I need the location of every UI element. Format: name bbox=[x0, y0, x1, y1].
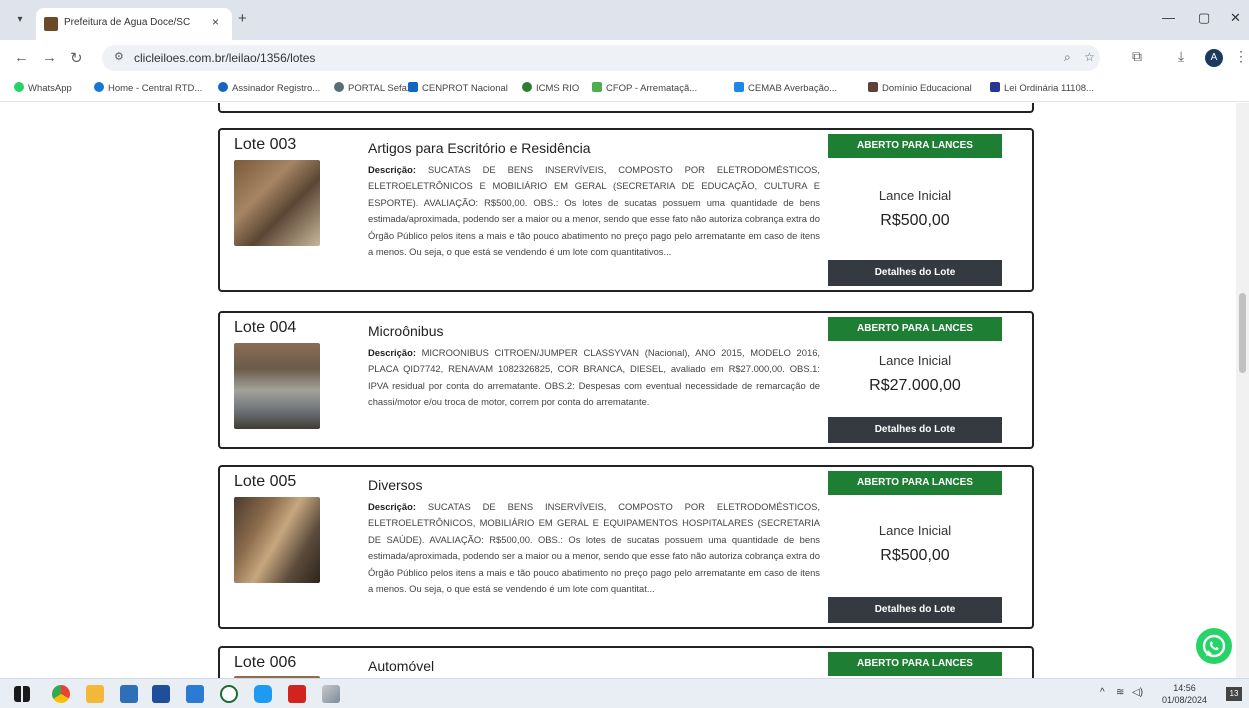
network-icon[interactable]: ≋ bbox=[1116, 687, 1124, 698]
lot-details-button[interactable]: Detalhes do Lote bbox=[828, 597, 1002, 623]
lot-title[interactable]: Diversos bbox=[368, 477, 422, 493]
lot-photo[interactable] bbox=[234, 343, 320, 429]
bookmark-portal-sefaz[interactable]: PORTAL Sefaz bbox=[334, 82, 412, 94]
lei-icon bbox=[990, 82, 1000, 92]
maximize-icon[interactable]: ▢ bbox=[1198, 10, 1210, 26]
close-tab-icon[interactable]: × bbox=[212, 15, 219, 29]
lot-number: Lote 003 bbox=[234, 136, 297, 153]
bookmark-cemab[interactable]: CEMAB Averbação... bbox=[734, 82, 837, 94]
scrollbar-thumb[interactable] bbox=[1239, 293, 1246, 373]
page-scrollbar[interactable] bbox=[1236, 103, 1249, 678]
browser-tab[interactable]: Prefeitura de Água Doce/SC × bbox=[36, 8, 232, 40]
dominio-icon bbox=[868, 82, 878, 92]
tab-search-icon[interactable]: ▾ bbox=[12, 12, 28, 28]
cfop-icon bbox=[592, 82, 602, 92]
download-icon[interactable]: ⤓ bbox=[1178, 48, 1184, 65]
whatsapp-taskbar-icon[interactable] bbox=[220, 685, 238, 703]
cemab-icon bbox=[734, 82, 744, 92]
tab-title: Prefeitura de Água Doce/SC bbox=[64, 17, 191, 28]
zoom-icon[interactable]: ⌕ bbox=[1064, 50, 1071, 65]
windows-start-icon[interactable] bbox=[14, 686, 30, 702]
bookmark-cenprot[interactable]: CENPROT Nacional bbox=[408, 82, 508, 94]
word-icon[interactable] bbox=[152, 685, 170, 703]
lot-title[interactable]: Microônibus bbox=[368, 323, 443, 339]
acrobat-icon[interactable] bbox=[288, 685, 306, 703]
central-rtd-icon bbox=[94, 82, 104, 92]
browser-toolbar: ← → ↻ ⚙ clicleiloes.com.br/leilao/1356/l… bbox=[0, 40, 1249, 76]
page-content: Lote 003 Artigos para Escritório e Resid… bbox=[0, 103, 1236, 678]
lot-card: Lote 004 Microônibus Descrição: MICROONI… bbox=[218, 311, 1034, 449]
bookmark-assinador[interactable]: Assinador Registro... bbox=[218, 82, 320, 94]
tray-chevron-icon[interactable]: ^ bbox=[1100, 687, 1105, 698]
minimize-icon[interactable]: — bbox=[1162, 10, 1175, 25]
site-info-icon[interactable]: ⚙ bbox=[114, 50, 124, 63]
lot-number: Lote 006 bbox=[234, 654, 297, 671]
lot-details-button[interactable]: Detalhes do Lote bbox=[828, 260, 1002, 286]
lot-details-button[interactable]: Detalhes do Lote bbox=[828, 417, 1002, 443]
lot-description: Descrição: MICROONIBUS CITROEN/JUMPER CL… bbox=[368, 347, 821, 408]
close-window-icon[interactable]: ✕ bbox=[1230, 10, 1241, 26]
browser-titlebar: ▾ Prefeitura de Água Doce/SC × + — ▢ ✕ bbox=[0, 0, 1249, 40]
lot-card: Lote 005 Diversos Descrição: SUCATAS DE … bbox=[218, 465, 1034, 629]
bookmark-central-rtd[interactable]: Home - Central RTD... bbox=[94, 82, 202, 94]
lance-inicial-value: R$27.000,00 bbox=[869, 377, 961, 394]
status-badge: ABERTO PARA LANCES bbox=[828, 471, 1002, 495]
bookmark-icms-rio[interactable]: ICMS RIO bbox=[522, 82, 579, 94]
globe-icon bbox=[334, 82, 344, 92]
address-bar[interactable]: ⚙ clicleiloes.com.br/leilao/1356/lotes ⌕… bbox=[102, 45, 1100, 71]
lot-title[interactable]: Automóvel bbox=[368, 658, 434, 674]
volume-icon[interactable]: ◁) bbox=[1132, 687, 1143, 698]
assinador-icon bbox=[218, 82, 228, 92]
previous-lot-card-edge bbox=[218, 103, 1034, 113]
whatsapp-chat-button[interactable] bbox=[1196, 628, 1232, 664]
lot-number: Lote 005 bbox=[234, 473, 297, 490]
lot-title[interactable]: Artigos para Escritório e Residência bbox=[368, 140, 591, 156]
bookmark-dominio[interactable]: Domínio Educacional bbox=[868, 82, 972, 94]
calculator-icon[interactable] bbox=[120, 685, 138, 703]
icms-icon bbox=[522, 82, 532, 92]
status-badge: ABERTO PARA LANCES bbox=[828, 134, 1002, 158]
windows-taskbar: ^ ≋ ◁) 14:56 01/08/2024 13 bbox=[0, 678, 1249, 708]
profile-avatar[interactable]: A bbox=[1205, 49, 1223, 67]
new-tab-button[interactable]: + bbox=[238, 10, 247, 27]
skype-icon[interactable] bbox=[254, 685, 272, 703]
lot-card: Lote 006 Automóvel ABERTO PARA LANCES bbox=[218, 646, 1034, 678]
lance-inicial-label: Lance Inicial bbox=[878, 188, 952, 203]
menu-icon[interactable]: ⋮ bbox=[1234, 48, 1248, 65]
lot-description: Descrição: SUCATAS DE BENS INSERVÍVEIS, … bbox=[368, 501, 820, 595]
url-text: clicleiloes.com.br/leilao/1356/lotes bbox=[134, 51, 316, 65]
bookmark-star-icon[interactable]: ☆ bbox=[1084, 50, 1095, 64]
system-clock[interactable]: 14:56 01/08/2024 bbox=[1162, 682, 1207, 706]
reload-icon[interactable]: ↻ bbox=[70, 49, 83, 67]
lot-photo[interactable] bbox=[234, 497, 320, 583]
lance-inicial-value: R$500,00 bbox=[880, 212, 950, 229]
whatsapp-icon bbox=[1202, 634, 1226, 658]
status-badge: ABERTO PARA LANCES bbox=[828, 652, 1002, 676]
chrome-icon[interactable] bbox=[52, 685, 70, 703]
paint-icon[interactable] bbox=[322, 685, 340, 703]
bookmark-whatsapp[interactable]: WhatsApp bbox=[14, 82, 72, 94]
notification-icon[interactable]: 13 bbox=[1226, 687, 1242, 701]
lance-inicial-value: R$500,00 bbox=[880, 547, 950, 564]
whatsapp-icon bbox=[14, 82, 24, 92]
bookmarks-bar: WhatsApp Home - Central RTD... Assinador… bbox=[0, 76, 1249, 102]
back-icon[interactable]: ← bbox=[14, 49, 29, 66]
lance-inicial-label: Lance Inicial bbox=[878, 523, 952, 538]
site-favicon-icon bbox=[44, 17, 58, 31]
lot-photo[interactable] bbox=[234, 160, 320, 246]
lance-inicial-label: Lance Inicial bbox=[878, 353, 952, 368]
bookmark-cfop[interactable]: CFOP - Arremataçã... bbox=[592, 82, 697, 94]
lot-card: Lote 003 Artigos para Escritório e Resid… bbox=[218, 128, 1034, 292]
bookmark-lei-ordinaria[interactable]: Lei Ordinária 11108... bbox=[990, 82, 1094, 94]
cenprot-icon bbox=[408, 82, 418, 92]
forward-icon[interactable]: → bbox=[42, 49, 57, 66]
file-explorer-icon[interactable] bbox=[86, 685, 104, 703]
lot-description: Descrição: SUCATAS DE BENS INSERVÍVEIS, … bbox=[368, 164, 820, 258]
extensions-icon[interactable]: ⧉ bbox=[1132, 48, 1142, 65]
lot-number: Lote 004 bbox=[234, 319, 297, 336]
status-badge: ABERTO PARA LANCES bbox=[828, 317, 1002, 341]
outlook-icon[interactable] bbox=[186, 685, 204, 703]
